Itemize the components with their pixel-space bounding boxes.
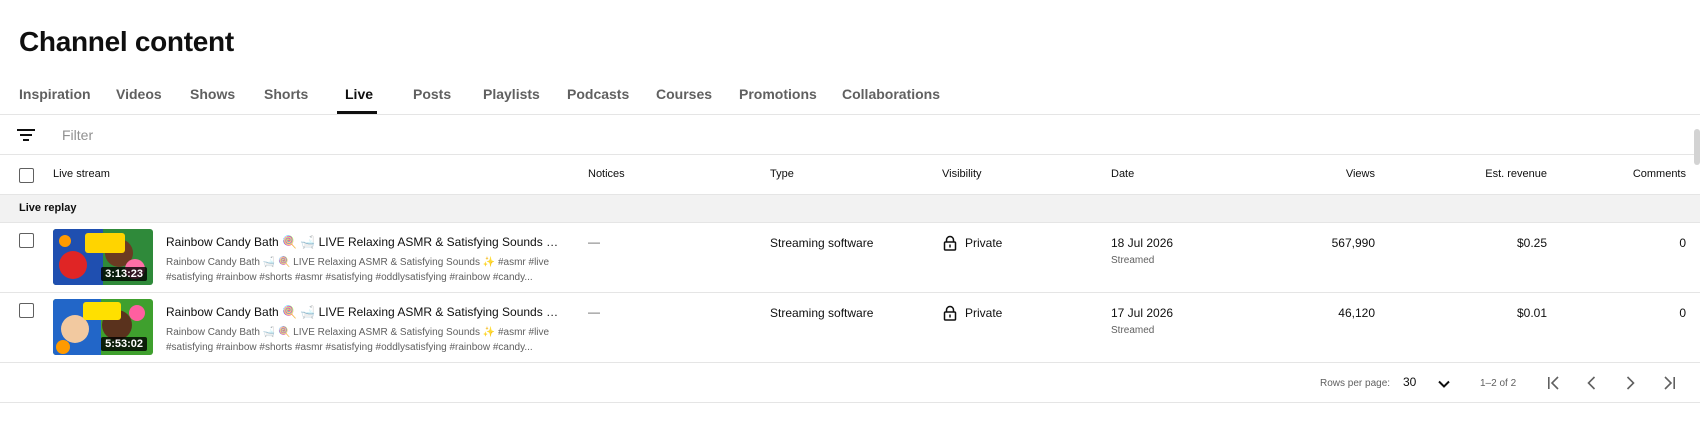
column-header-type[interactable]: Type	[770, 168, 794, 180]
tab-shorts[interactable]: Shorts	[264, 86, 308, 102]
column-header-comments[interactable]: Comments	[1586, 168, 1686, 180]
views-value: 46,120	[1338, 306, 1375, 320]
group-label: Live replay	[19, 202, 77, 214]
visibility-value[interactable]: Private	[965, 236, 1002, 250]
date-value: 17 Jul 2026	[1111, 306, 1174, 320]
row-checkbox[interactable]	[19, 303, 34, 318]
column-header-date[interactable]: Date	[1111, 168, 1134, 180]
date-status: Streamed	[1111, 325, 1155, 336]
pagination-range: 1–2 of 2	[1480, 378, 1517, 389]
date-status: Streamed	[1111, 255, 1155, 266]
lock-icon	[943, 305, 957, 321]
video-thumbnail[interactable]: 5:53:02	[53, 299, 153, 355]
column-header-visibility[interactable]: Visibility	[942, 168, 982, 180]
table-row[interactable]: 5:53:02 Rainbow Candy Bath 🍭 🛁 LIVE Rela…	[0, 293, 1700, 363]
revenue-value: $0.25	[1516, 236, 1547, 250]
notices-value: —	[588, 305, 600, 319]
date-value: 18 Jul 2026	[1111, 236, 1174, 250]
pagination-bar: Rows per page: 30 1–2 of 2	[0, 363, 1700, 403]
type-value: Streaming software	[770, 236, 874, 250]
content-tabs: Inspiration Videos Shows Shorts Live Pos…	[0, 76, 1700, 115]
tab-live[interactable]: Live	[345, 86, 373, 102]
video-description: Rainbow Candy Bath 🛁 🍭 LIVE Relaxing ASM…	[166, 327, 550, 353]
comments-value: 0	[1679, 236, 1686, 250]
column-header-est-revenue[interactable]: Est. revenue	[1447, 168, 1547, 180]
filter-input[interactable]	[62, 124, 462, 146]
group-header: Live replay	[0, 195, 1700, 223]
column-header-views[interactable]: Views	[1275, 168, 1375, 180]
tab-promotions[interactable]: Promotions	[739, 86, 817, 102]
last-page-icon[interactable]	[1660, 374, 1678, 392]
column-header-live-stream[interactable]: Live stream	[53, 168, 110, 180]
video-duration: 5:53:02	[101, 337, 147, 351]
visibility-value[interactable]: Private	[965, 306, 1002, 320]
select-all-checkbox[interactable]	[19, 168, 34, 183]
tab-videos[interactable]: Videos	[116, 86, 162, 102]
video-description: Rainbow Candy Bath 🛁 🍭 LIVE Relaxing ASM…	[166, 257, 550, 283]
lock-icon	[943, 235, 957, 251]
filter-icon[interactable]	[17, 127, 35, 143]
column-header-notices[interactable]: Notices	[588, 168, 625, 180]
row-checkbox[interactable]	[19, 233, 34, 248]
revenue-value: $0.01	[1516, 306, 1547, 320]
table-row[interactable]: 3:13:23 Rainbow Candy Bath 🍭 🛁 LIVE Rela…	[0, 223, 1700, 293]
views-value: 567,990	[1331, 236, 1375, 250]
rows-per-page-select[interactable]: 30	[1403, 375, 1416, 389]
rows-per-page-label: Rows per page:	[1320, 378, 1391, 389]
previous-page-icon[interactable]	[1583, 374, 1601, 392]
first-page-icon[interactable]	[1545, 374, 1563, 392]
tab-courses[interactable]: Courses	[656, 86, 712, 102]
video-duration: 3:13:23	[101, 267, 147, 281]
tab-playlists[interactable]: Playlists	[483, 86, 540, 102]
tab-collaborations[interactable]: Collaborations	[842, 86, 940, 102]
tab-posts[interactable]: Posts	[413, 86, 451, 102]
video-title[interactable]: Rainbow Candy Bath 🍭 🛁 LIVE Relaxing ASM…	[166, 305, 562, 319]
chevron-down-icon[interactable]	[1436, 376, 1452, 392]
video-thumbnail[interactable]: 3:13:23	[53, 229, 153, 285]
video-title[interactable]: Rainbow Candy Bath 🍭 🛁 LIVE Relaxing ASM…	[166, 235, 562, 249]
page-title: Channel content	[19, 26, 234, 57]
comments-value: 0	[1679, 306, 1686, 320]
tab-inspiration[interactable]: Inspiration	[19, 86, 91, 102]
tab-shows[interactable]: Shows	[190, 86, 235, 102]
active-tab-indicator	[337, 111, 377, 114]
next-page-icon[interactable]	[1621, 374, 1639, 392]
type-value: Streaming software	[770, 306, 874, 320]
tab-podcasts[interactable]: Podcasts	[567, 86, 629, 102]
notices-value: —	[588, 235, 600, 249]
filter-bar	[0, 115, 1700, 155]
table-header: Live stream Notices Type Visibility Date…	[0, 155, 1700, 195]
